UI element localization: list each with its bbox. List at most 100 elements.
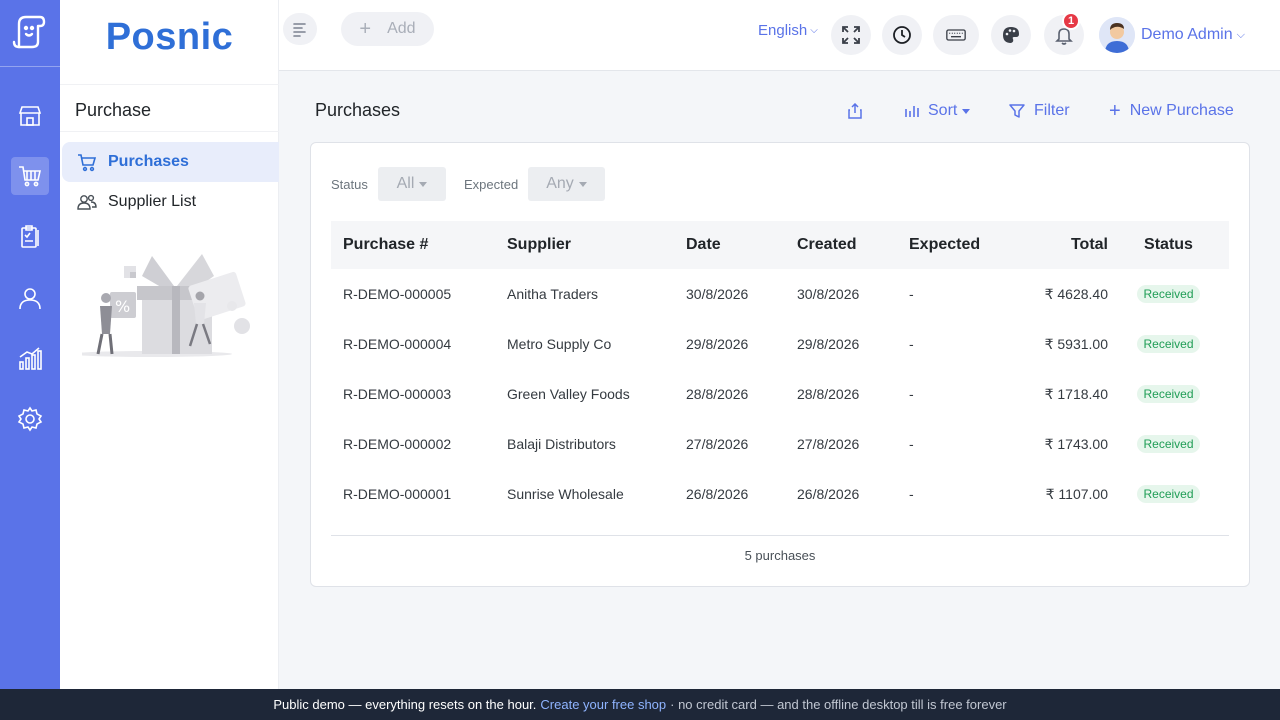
caret-down-icon — [419, 181, 428, 187]
sort-button[interactable]: Sort — [904, 100, 971, 122]
expected-filter-value: Any — [546, 175, 574, 192]
user-menu[interactable]: Demo Admin ⌵ — [1099, 17, 1245, 53]
table-row[interactable]: R-DEMO-000001 Sunrise Wholesale 26/8/202… — [331, 469, 1229, 519]
cell-created: 30/8/2026 — [797, 286, 860, 302]
language-selector[interactable]: English ⌵ — [758, 22, 818, 39]
sort-label: Sort — [928, 102, 958, 119]
rail-item-reports[interactable] — [11, 218, 49, 256]
cell-status: Received — [1108, 385, 1229, 403]
table-row[interactable]: R-DEMO-000003 Green Valley Foods 28/8/20… — [331, 369, 1229, 419]
cell-date: 29/8/2026 — [686, 336, 749, 352]
export-button[interactable] — [847, 100, 863, 122]
rail-item-settings[interactable] — [11, 400, 49, 438]
table-footer-count: 5 purchases — [744, 548, 816, 563]
logo-icon[interactable] — [10, 12, 50, 52]
menu-lines-icon — [293, 23, 306, 37]
table-row[interactable]: R-DEMO-000005 Anitha Traders 30/8/2026 3… — [331, 269, 1229, 319]
banner-text: Public demo — everything resets on the h… — [273, 697, 537, 712]
sidebar-divider — [60, 131, 279, 132]
brand-logo[interactable]: Posnic — [60, 16, 279, 59]
cell-purchase-number: R-DEMO-000002 — [343, 436, 452, 452]
purchases-card: Status All Expected Any Purchase # Suppl… — [310, 142, 1250, 587]
store-icon — [18, 106, 42, 126]
cell-supplier: Sunrise Wholesale — [507, 486, 624, 502]
user-name: Demo Admin — [1141, 26, 1233, 43]
cell-expected: - — [909, 336, 914, 352]
sidebar-item-supplier-list[interactable]: Supplier List — [62, 182, 279, 222]
status-badge: Received — [1137, 285, 1200, 303]
cell-supplier: Metro Supply Co — [507, 336, 612, 352]
purchase-illustration: % — [82, 254, 250, 357]
chevron-down-icon: ⌵ — [1236, 28, 1245, 41]
sidebar-item-purchases[interactable]: Purchases — [62, 142, 279, 182]
sidebar: Posnic Purchase Purchases Supplier List — [60, 0, 279, 689]
cell-supplier: Green Valley Foods — [507, 386, 630, 402]
history-button[interactable] — [882, 15, 922, 55]
cell-status: Received — [1108, 485, 1229, 503]
table-header: Purchase # Supplier Date Created Expecte… — [331, 221, 1229, 269]
cell-total: ₹ 1743.00 — [1044, 435, 1108, 452]
cell-purchase-number: R-DEMO-000001 — [343, 486, 452, 502]
add-button[interactable]: + Add — [341, 12, 434, 46]
cell-created: 27/8/2026 — [797, 436, 860, 452]
status-badge: Received — [1137, 485, 1200, 503]
cell-supplier: Balaji Distributors — [507, 436, 616, 452]
rail-item-customers[interactable] — [11, 279, 49, 317]
column-header-total[interactable]: Total — [1008, 236, 1108, 254]
column-header-supplier[interactable]: Supplier — [495, 236, 675, 254]
expected-filter-label: Expected — [464, 177, 519, 192]
status-badge: Received — [1137, 385, 1200, 403]
expected-filter-select[interactable]: Any — [528, 167, 605, 201]
plus-icon: + — [359, 17, 372, 40]
gear-icon — [17, 406, 43, 432]
language-label: English — [758, 22, 808, 39]
cell-created: 28/8/2026 — [797, 386, 860, 402]
cell-total: ₹ 4628.40 — [1044, 285, 1108, 302]
caret-down-icon — [578, 181, 587, 187]
status-filter-select[interactable]: All — [378, 167, 446, 201]
column-header-expected[interactable]: Expected — [897, 236, 1008, 254]
cell-total: ₹ 5931.00 — [1044, 335, 1108, 352]
theme-button[interactable] — [991, 15, 1031, 55]
cell-expected: - — [909, 486, 914, 502]
purchases-table: Purchase # Supplier Date Created Expecte… — [331, 221, 1229, 519]
notifications-button[interactable]: 1 — [1044, 12, 1084, 55]
sidebar-item-label: Purchases — [108, 153, 189, 170]
cell-expected: - — [909, 386, 914, 402]
keyboard-icon — [946, 29, 966, 41]
cell-status: Received — [1108, 335, 1229, 353]
status-badge: Received — [1137, 335, 1200, 353]
cell-date: 27/8/2026 — [686, 436, 749, 452]
column-header-created[interactable]: Created — [786, 236, 897, 254]
cell-date: 26/8/2026 — [686, 486, 749, 502]
new-purchase-button[interactable]: + New Purchase — [1109, 100, 1234, 122]
sidebar-divider — [60, 84, 279, 85]
filter-label: Filter — [1034, 102, 1070, 119]
funnel-icon — [1009, 104, 1025, 118]
create-shop-link[interactable]: Create your free shop — [540, 697, 666, 712]
clock-icon — [893, 26, 911, 44]
banner-tail-text: · no credit card — and the offline deskt… — [670, 697, 1007, 712]
cell-expected: - — [909, 436, 914, 452]
cell-expected: - — [909, 286, 914, 302]
keyboard-shortcuts-button[interactable] — [933, 15, 979, 55]
menu-toggle-button[interactable] — [283, 13, 317, 45]
column-header-date[interactable]: Date — [675, 236, 786, 254]
column-header-status[interactable]: Status — [1108, 236, 1229, 254]
users-icon — [76, 191, 98, 213]
filter-button[interactable]: Filter — [1009, 100, 1070, 122]
table-row[interactable]: R-DEMO-000002 Balaji Distributors 27/8/2… — [331, 419, 1229, 469]
rail-item-analytics[interactable] — [11, 340, 49, 378]
svg-text:%: % — [115, 297, 130, 316]
rail-item-store[interactable] — [11, 97, 49, 135]
cell-date: 30/8/2026 — [686, 286, 749, 302]
cell-status: Received — [1108, 285, 1229, 303]
add-button-label: Add — [387, 20, 416, 37]
cell-status: Received — [1108, 435, 1229, 453]
rail-item-purchase[interactable] — [11, 157, 49, 195]
cell-purchase-number: R-DEMO-000003 — [343, 386, 452, 402]
table-row[interactable]: R-DEMO-000004 Metro Supply Co 29/8/2026 … — [331, 319, 1229, 369]
column-header-purchase[interactable]: Purchase # — [331, 236, 495, 254]
fullscreen-button[interactable] — [831, 15, 871, 55]
bar-chart-icon — [905, 106, 919, 117]
